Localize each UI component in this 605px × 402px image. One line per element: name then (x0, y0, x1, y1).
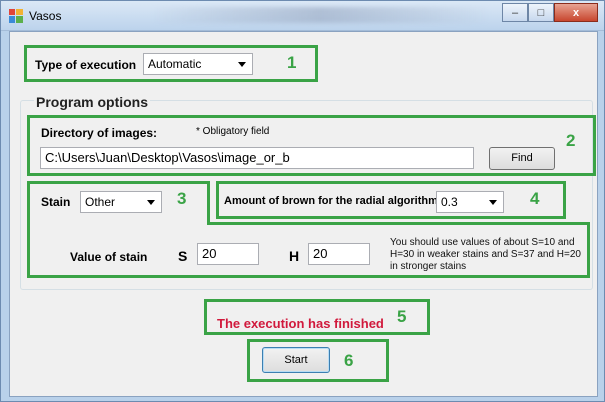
chevron-down-icon (147, 200, 155, 205)
annotation-number-1: 1 (287, 53, 297, 72)
s-label: S (178, 248, 188, 264)
brown-amount-value: 0.3 (441, 195, 458, 209)
stain-label: Stain (41, 195, 71, 209)
stain-value-label: Value of stain (70, 250, 148, 264)
chevron-down-icon (238, 62, 246, 67)
title-bar[interactable]: Vasos – □ x (1, 1, 604, 31)
chevron-down-icon (489, 200, 497, 205)
execution-type-select[interactable]: Automatic (143, 53, 253, 75)
minimize-button[interactable]: – (502, 3, 528, 22)
directory-input[interactable]: C:\Users\Juan\Desktop\Vasos\image_or_b (40, 147, 474, 169)
blurred-background (151, 7, 491, 23)
box-3-join (30, 221, 207, 225)
annotation-number-5: 5 (397, 307, 407, 326)
s-value-input[interactable]: 20 (197, 243, 259, 265)
program-options-title: Program options (34, 94, 151, 110)
brown-amount-label: Amount of brown for the radial algorithm (224, 195, 438, 207)
find-button[interactable]: Find (489, 147, 555, 170)
annotation-number-6: 6 (344, 351, 354, 370)
execution-type-label: Type of execution (35, 58, 137, 72)
annotation-number-3: 3 (177, 189, 187, 208)
h-value-input[interactable]: 20 (308, 243, 370, 265)
annotation-number-4: 4 (530, 189, 540, 208)
close-button[interactable]: x (554, 3, 598, 22)
app-icon (9, 9, 23, 23)
window-title: Vasos (29, 9, 62, 23)
status-message: The execution has finished (217, 316, 384, 331)
stain-value: Other (85, 195, 116, 209)
annotation-number-2: 2 (566, 131, 576, 150)
obligatory-note: * Obligatory field (196, 126, 270, 137)
stain-select[interactable]: Other (80, 191, 162, 213)
start-button[interactable]: Start (262, 347, 330, 373)
stain-values-hint: You should use values of about S=10 and … (390, 237, 581, 272)
directory-label: Directory of images: (41, 126, 158, 140)
maximize-button[interactable]: □ (528, 3, 554, 22)
brown-amount-select[interactable]: 0.3 (436, 191, 504, 213)
h-label: H (289, 248, 300, 264)
window-controls: – □ x (502, 3, 598, 23)
execution-type-value: Automatic (148, 57, 202, 71)
